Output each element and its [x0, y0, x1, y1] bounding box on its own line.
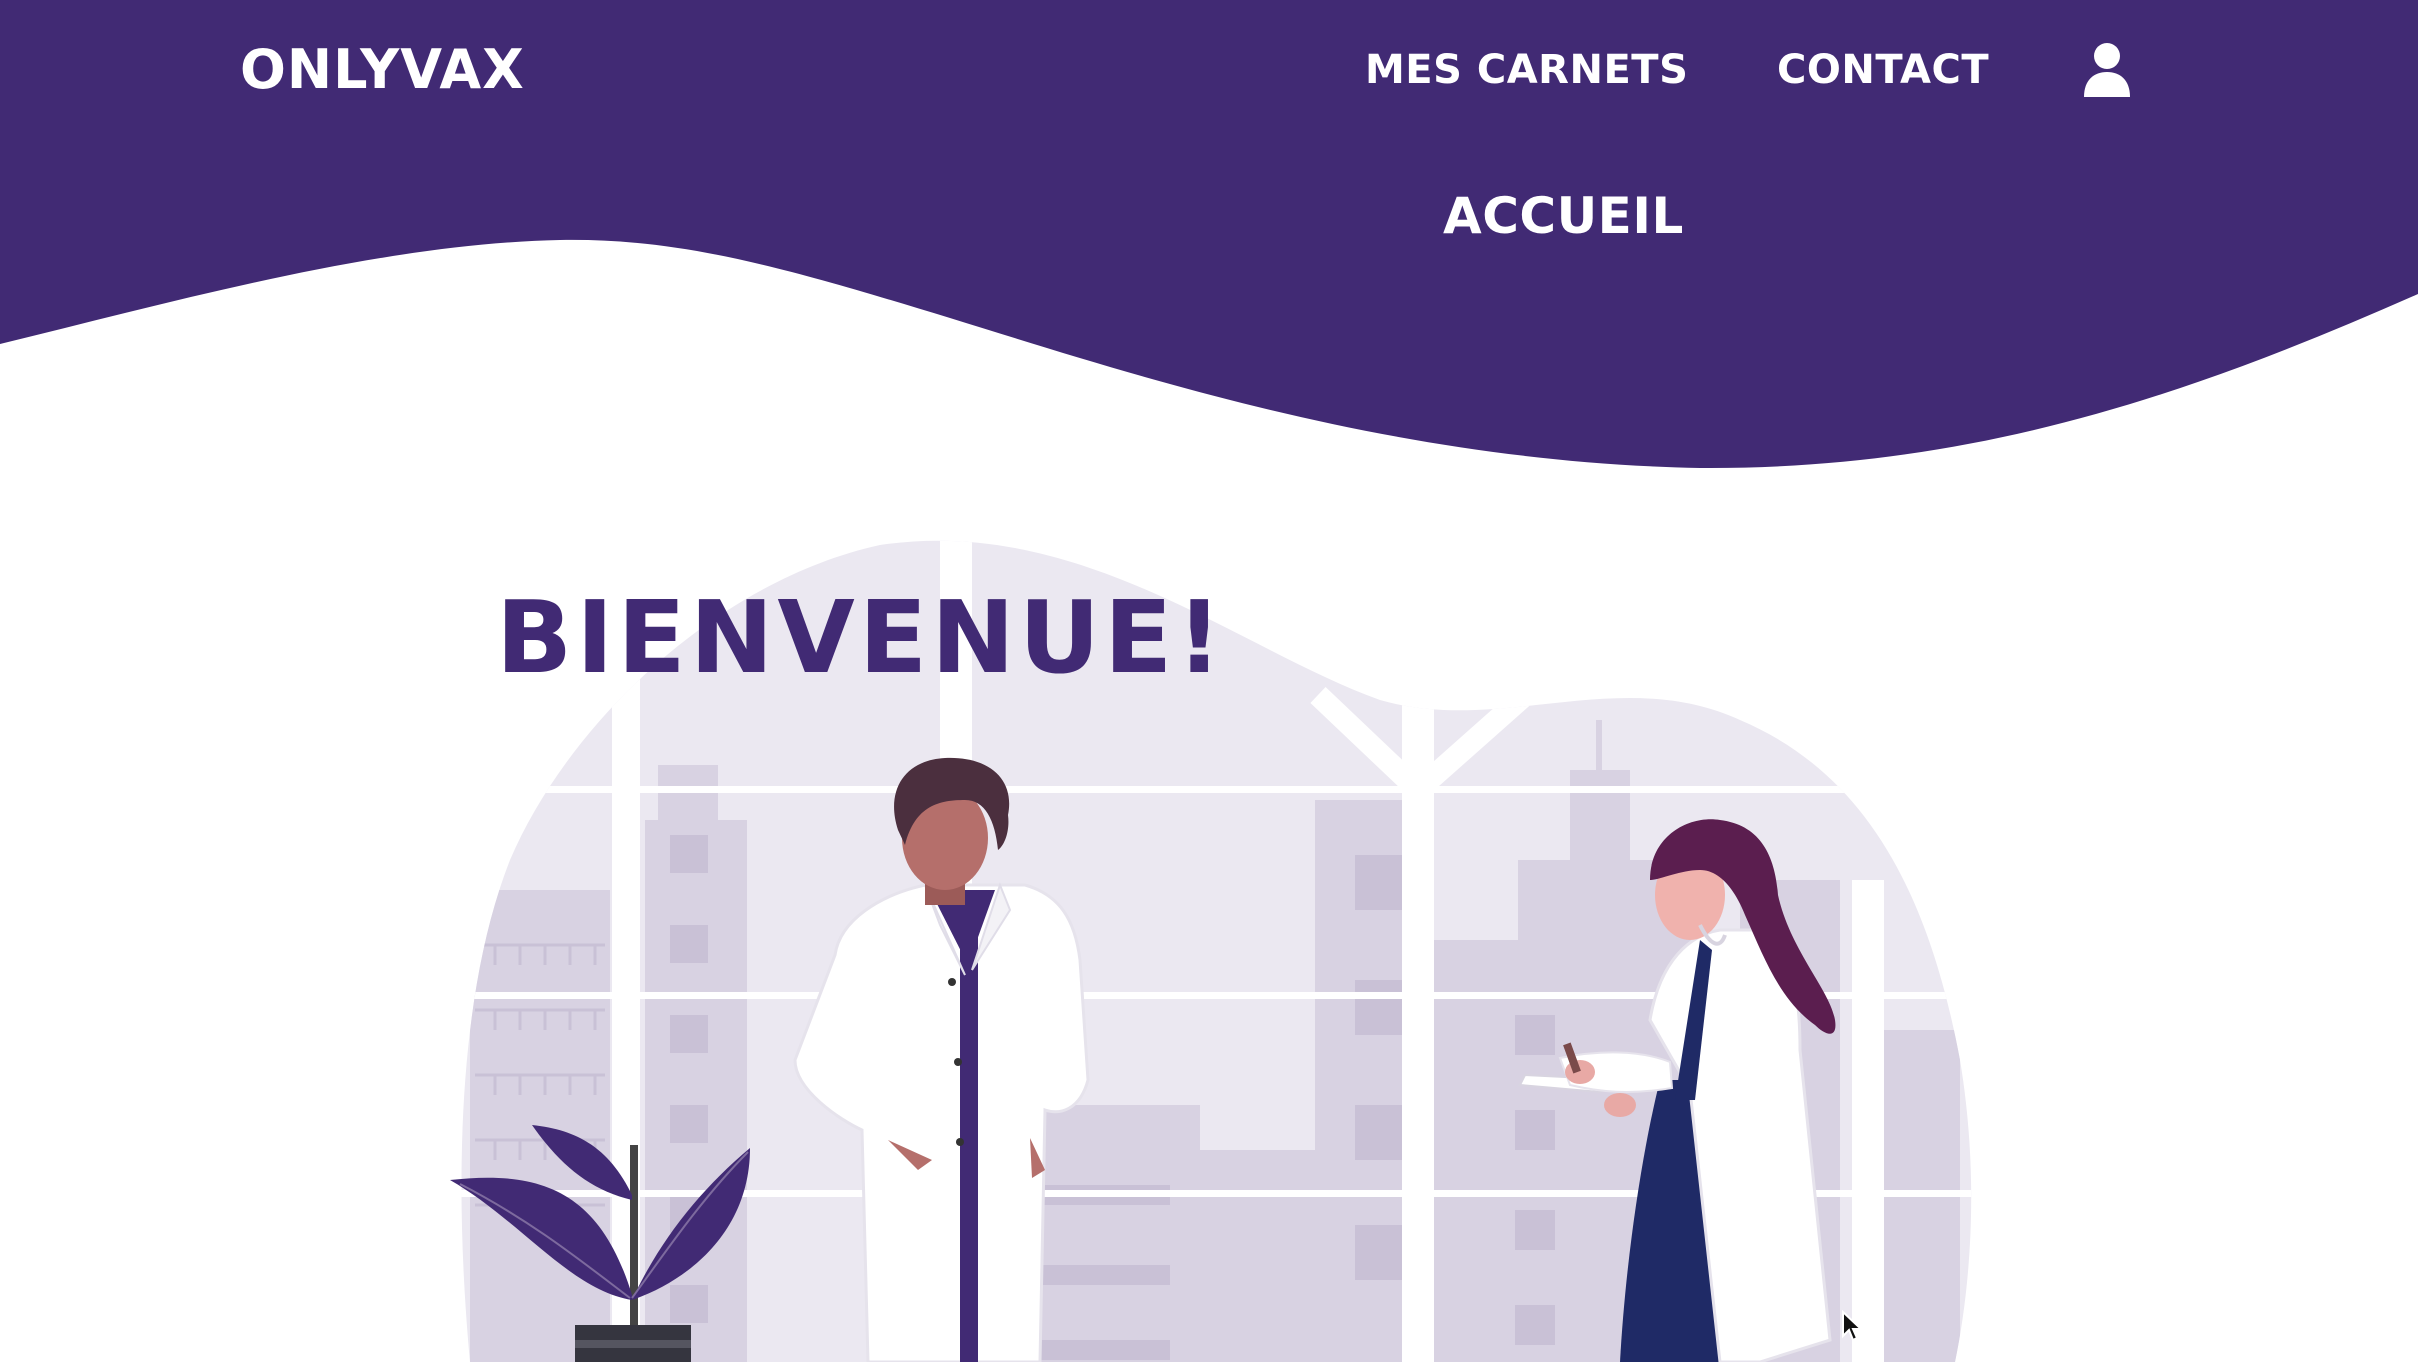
mouse-cursor-icon [1842, 1310, 1863, 1342]
page: ONLYVAX MES CARNETS CONTACT ACCUEIL BIEN… [0, 0, 2418, 1362]
welcome-title: BIENVENUE! [496, 579, 1226, 696]
